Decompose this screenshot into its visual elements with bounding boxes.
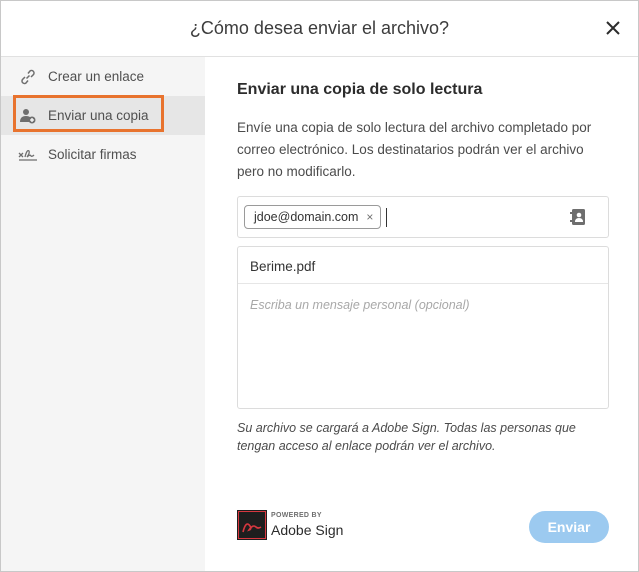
message-input[interactable]: Escriba un mensaje personal (opcional) [250, 298, 470, 312]
dialog-header: ¿Cómo desea enviar el archivo? [1, 1, 638, 57]
dialog-title: ¿Cómo desea enviar el archivo? [189, 18, 450, 38]
adobe-sign-logo-icon [237, 510, 267, 540]
subject-field[interactable]: Berime.pdf [238, 247, 608, 284]
close-icon[interactable] [602, 17, 624, 39]
recipients-field[interactable]: jdoe@domain.com × [237, 196, 609, 238]
sidebar-item-label: Solicitar firmas [48, 147, 137, 162]
add-person-icon [18, 106, 38, 126]
brand-name: Adobe Sign [271, 522, 344, 538]
send-dialog: ¿Cómo desea enviar el archivo? Crear un … [0, 0, 639, 572]
sidebar: Crear un enlace Enviar una copia Solicit… [1, 57, 205, 571]
section-heading: Enviar una copia de solo lectura [237, 81, 483, 98]
message-box: Berime.pdf Escriba un mensaje personal (… [237, 246, 609, 409]
powered-by-label: POWERED BY [271, 512, 322, 519]
link-icon [18, 67, 38, 87]
recipient-chip: jdoe@domain.com × [244, 205, 382, 229]
section-description: Envíe una copia de solo lectura del arch… [237, 120, 592, 179]
text-cursor [386, 208, 387, 227]
adobe-sign-branding: POWERED BY Adobe Sign [237, 510, 377, 542]
upload-note: Su archivo se cargará a Adobe Sign. Toda… [237, 421, 576, 453]
address-book-icon[interactable] [570, 208, 586, 226]
sidebar-item-send-copy[interactable]: Enviar una copia [1, 96, 205, 135]
sidebar-item-create-link[interactable]: Crear un enlace [1, 57, 205, 96]
sidebar-item-request-signatures[interactable]: Solicitar firmas [1, 135, 205, 174]
recipient-email: jdoe@domain.com [254, 210, 359, 224]
remove-recipient-icon[interactable]: × [366, 206, 373, 228]
sidebar-item-label: Crear un enlace [48, 69, 145, 84]
sidebar-item-label: Enviar una copia [48, 108, 149, 123]
signature-icon [18, 145, 38, 165]
subject-text: Berime.pdf [250, 259, 316, 274]
send-button[interactable]: Enviar [529, 511, 609, 543]
